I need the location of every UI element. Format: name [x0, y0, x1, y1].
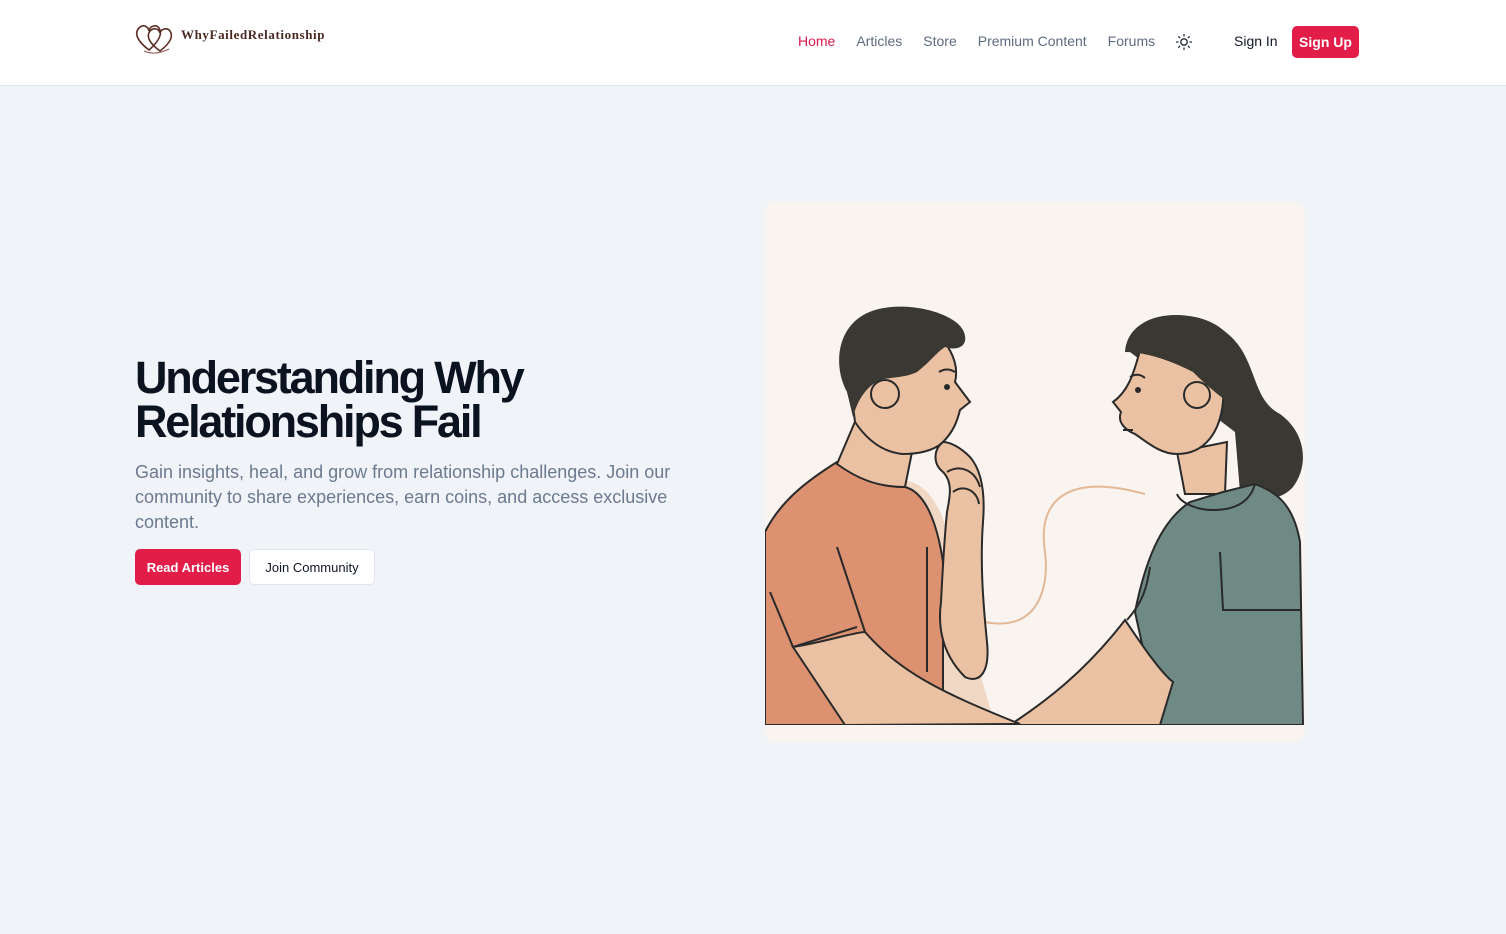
top-navbar: WhyFailedRelationship Home Articles Stor…	[0, 0, 1506, 86]
hero-title-line-1: Understanding Why	[135, 352, 525, 403]
sign-up-button[interactable]: Sign Up	[1292, 26, 1359, 58]
nav-link-home[interactable]: Home	[798, 32, 835, 50]
nav-link-articles[interactable]: Articles	[856, 32, 902, 50]
hero-subtitle: Gain insights, heal, and grow from relat…	[135, 462, 671, 532]
nav-link-forums[interactable]: Forums	[1108, 32, 1155, 50]
brand-name: WhyFailedRelationship	[181, 27, 326, 42]
hero-title-line-2: Relationships Fail	[135, 396, 483, 447]
double-heart-icon	[135, 25, 173, 54]
hero-title: Understanding Why Relationships Fail	[135, 352, 695, 447]
sun-icon[interactable]	[1175, 33, 1193, 51]
read-articles-button[interactable]: Read Articles	[135, 549, 241, 585]
brand-logo[interactable]: WhyFailedRelationship	[135, 20, 325, 54]
main-nav: Home Articles Store Premium Content Foru…	[798, 32, 1176, 50]
nav-link-store[interactable]: Store	[923, 32, 956, 50]
couple-conversation-illustration	[765, 202, 1305, 742]
illustration-drawing	[765, 202, 1305, 742]
sign-in-button[interactable]: Sign In	[1234, 32, 1278, 50]
nav-link-premium-content[interactable]: Premium Content	[978, 32, 1087, 50]
join-community-button[interactable]: Join Community	[249, 549, 375, 585]
